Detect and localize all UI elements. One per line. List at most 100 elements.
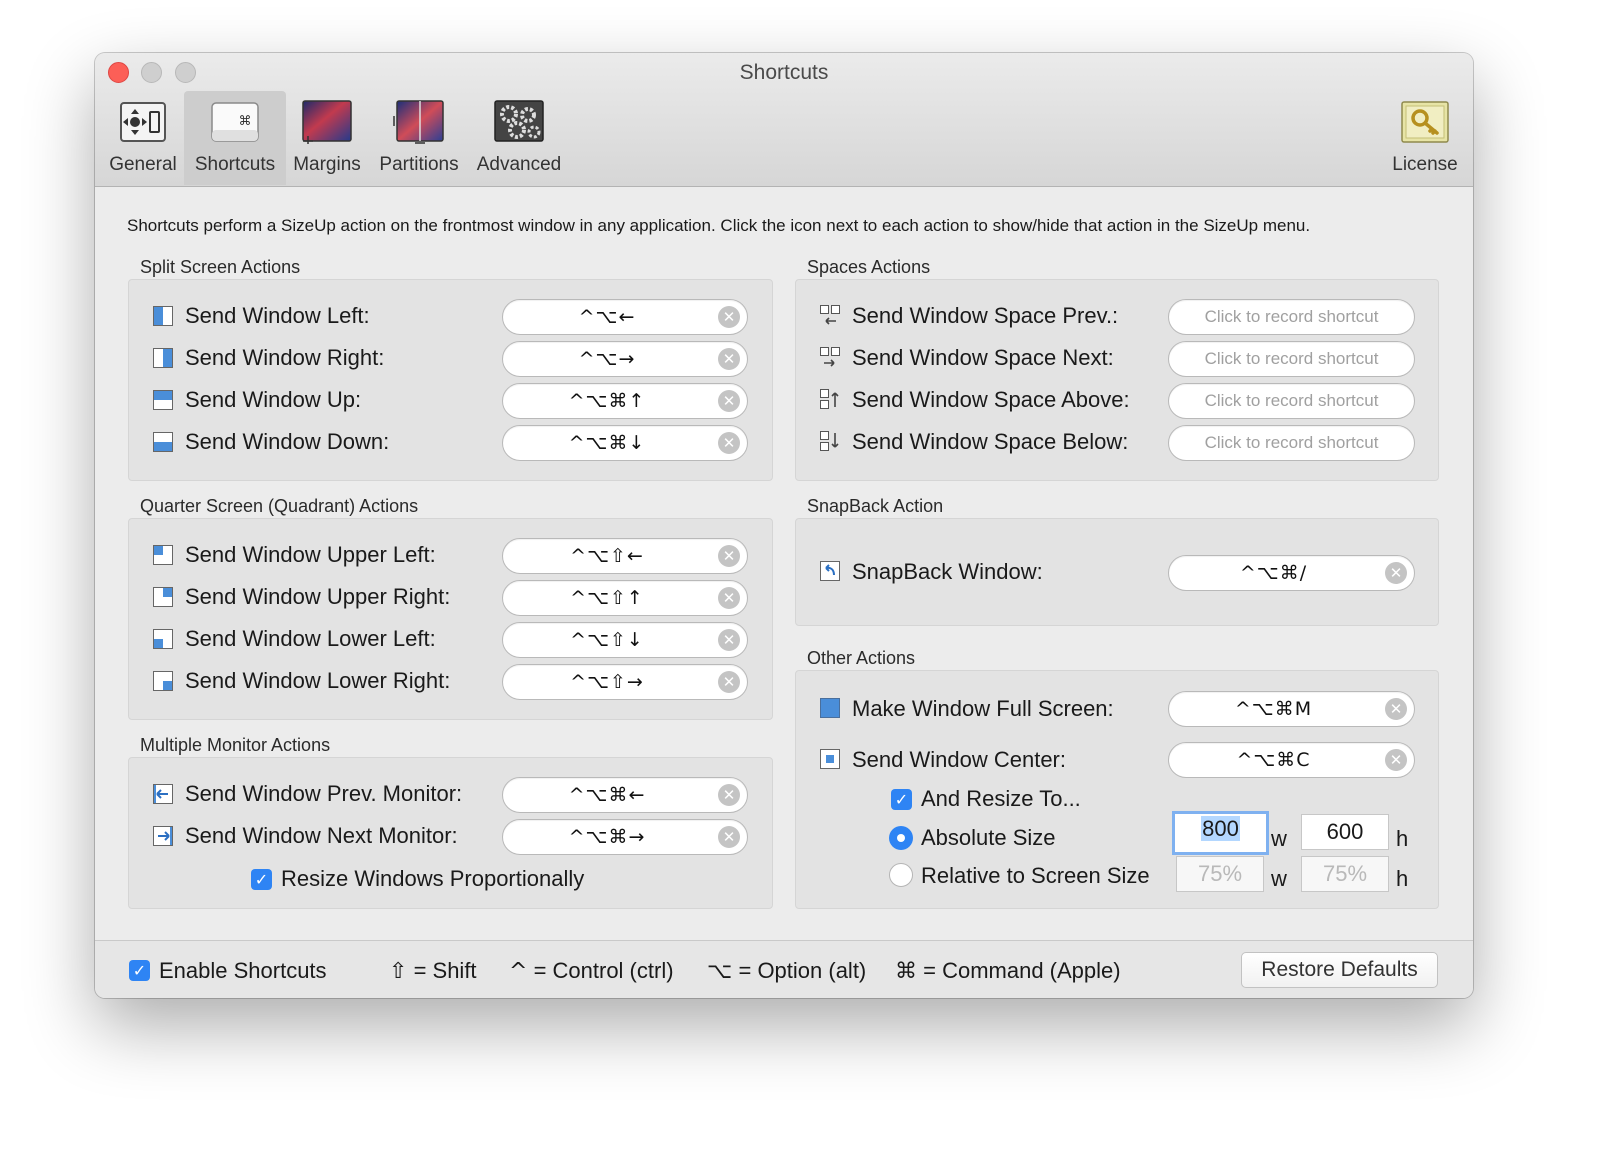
- window-down-icon[interactable]: [153, 432, 173, 452]
- relative-size-radio[interactable]: [889, 863, 913, 887]
- option-text: = Option (alt): [738, 958, 867, 983]
- relative-height-input[interactable]: 75%: [1301, 856, 1389, 892]
- send-window-space-below-label: Send Window Space Below:: [852, 429, 1129, 454]
- send-window-space-below-shortcut[interactable]: Click to record shortcut: [1168, 425, 1415, 461]
- tab-general[interactable]: General: [105, 91, 181, 185]
- send-window-right-shortcut[interactable]: ^⌥→ ✕: [502, 341, 748, 377]
- send-window-space-next-shortcut[interactable]: Click to record shortcut: [1168, 341, 1415, 377]
- send-window-space-above-shortcut[interactable]: Click to record shortcut: [1168, 383, 1415, 419]
- clear-icon[interactable]: ✕: [718, 545, 740, 567]
- shift-symbol: ⇧: [389, 959, 408, 984]
- restore-defaults-button[interactable]: Restore Defaults: [1241, 952, 1438, 988]
- resize-to-checkbox[interactable]: ✓: [891, 789, 912, 810]
- enable-shortcuts-checkbox[interactable]: ✓: [129, 960, 150, 981]
- spaces-title: Spaces Actions: [807, 257, 931, 277]
- clear-icon[interactable]: ✕: [1385, 562, 1407, 584]
- window-right-icon[interactable]: [153, 348, 173, 368]
- send-window-upper-right-shortcut[interactable]: ^⌥⇧↑ ✕: [502, 580, 748, 616]
- snapback-window-shortcut[interactable]: ^⌥⌘/ ✕: [1168, 555, 1415, 591]
- window-center-icon[interactable]: [820, 749, 840, 769]
- absolute-width-input[interactable]: 800: [1172, 811, 1269, 855]
- control-legend: ^ = Control (ctrl): [509, 958, 674, 984]
- tab-general-label: General: [109, 154, 177, 175]
- record-shortcut-placeholder: Click to record shortcut: [1204, 349, 1379, 368]
- width-unit-label: w: [1271, 826, 1287, 851]
- split-screen-title: Split Screen Actions: [140, 257, 301, 277]
- clear-icon[interactable]: ✕: [718, 306, 740, 328]
- window-lower-left-icon[interactable]: [153, 629, 173, 649]
- space-above-icon[interactable]: [820, 389, 840, 409]
- space-below-icon[interactable]: [820, 431, 840, 451]
- quarter-screen-title: Quarter Screen (Quadrant) Actions: [140, 496, 419, 516]
- width-unit-label: w: [1271, 866, 1287, 891]
- relative-width-input[interactable]: 75%: [1176, 856, 1264, 892]
- tab-advanced[interactable]: Advanced: [474, 91, 564, 185]
- space-next-icon[interactable]: [820, 347, 840, 367]
- clear-icon[interactable]: ✕: [718, 432, 740, 454]
- clear-icon[interactable]: ✕: [718, 671, 740, 693]
- window-upper-left-icon[interactable]: [153, 545, 173, 565]
- send-window-lower-left-shortcut[interactable]: ^⌥⇧↓ ✕: [502, 622, 748, 658]
- clear-icon[interactable]: ✕: [718, 390, 740, 412]
- space-prev-icon[interactable]: [820, 305, 840, 325]
- send-window-right-label: Send Window Right:: [185, 345, 385, 370]
- record-shortcut-placeholder: Click to record shortcut: [1204, 433, 1379, 452]
- control-text: = Control (ctrl): [533, 958, 674, 983]
- send-window-next-monitor-shortcut[interactable]: ^⌥⌘→ ✕: [502, 819, 748, 855]
- window-left-icon[interactable]: [153, 306, 173, 326]
- send-window-upper-left-label: Send Window Upper Left:: [185, 542, 436, 567]
- snapback-window-label: SnapBack Window:: [852, 559, 1043, 584]
- clear-icon[interactable]: ✕: [1385, 698, 1407, 720]
- shortcut-keys: ^⌥⌘C: [1236, 749, 1311, 771]
- send-window-up-shortcut[interactable]: ^⌥⌘↑ ✕: [502, 383, 748, 419]
- clear-icon[interactable]: ✕: [718, 629, 740, 651]
- snapback-title: SnapBack Action: [807, 496, 944, 516]
- clear-icon[interactable]: ✕: [718, 587, 740, 609]
- toolbar: Shortcuts General ⌘ Shortcuts Margins Pa…: [95, 53, 1473, 187]
- multiple-monitor-title: Multiple Monitor Actions: [140, 735, 331, 755]
- make-full-screen-label: Make Window Full Screen:: [852, 696, 1114, 721]
- tab-partitions[interactable]: Partitions: [375, 91, 463, 185]
- absolute-height-input[interactable]: 600: [1301, 814, 1389, 850]
- snapback-icon[interactable]: [820, 561, 840, 581]
- send-window-prev-monitor-shortcut[interactable]: ^⌥⌘← ✕: [502, 777, 748, 813]
- svg-text:⌘: ⌘: [239, 114, 252, 129]
- clear-icon[interactable]: ✕: [718, 348, 740, 370]
- make-full-screen-shortcut[interactable]: ^⌥⌘M ✕: [1168, 691, 1415, 727]
- shift-legend: ⇧ = Shift: [389, 958, 477, 984]
- tab-shortcuts[interactable]: ⌘ Shortcuts: [184, 91, 286, 185]
- tab-margins[interactable]: Margins: [290, 91, 364, 185]
- send-window-down-shortcut[interactable]: ^⌥⌘↓ ✕: [502, 425, 748, 461]
- clear-icon[interactable]: ✕: [1385, 749, 1407, 771]
- send-window-center-shortcut[interactable]: ^⌥⌘C ✕: [1168, 742, 1415, 778]
- window-up-icon[interactable]: [153, 390, 173, 410]
- absolute-width-value: 800: [1201, 816, 1240, 841]
- keyboard-key-icon: ⌘: [211, 102, 259, 142]
- prev-monitor-icon[interactable]: [153, 784, 173, 804]
- snapback-box: SnapBack Window: ^⌥⌘/ ✕: [795, 518, 1439, 626]
- control-symbol: ^: [509, 959, 528, 984]
- send-window-space-prev-shortcut[interactable]: Click to record shortcut: [1168, 299, 1415, 335]
- send-window-left-shortcut[interactable]: ^⌥← ✕: [502, 299, 748, 335]
- full-screen-icon[interactable]: [820, 698, 840, 718]
- send-window-upper-left-shortcut[interactable]: ^⌥⇧← ✕: [502, 538, 748, 574]
- clear-icon[interactable]: ✕: [718, 826, 740, 848]
- tab-license[interactable]: License: [1388, 91, 1462, 185]
- intro-text: Shortcuts perform a SizeUp action on the…: [127, 216, 1311, 235]
- send-window-up-label: Send Window Up:: [185, 387, 362, 412]
- clear-icon[interactable]: ✕: [718, 784, 740, 806]
- shift-text: = Shift: [413, 958, 477, 983]
- send-window-space-above-label: Send Window Space Above:: [852, 387, 1130, 412]
- window-lower-right-icon[interactable]: [153, 671, 173, 691]
- next-monitor-icon[interactable]: [153, 826, 173, 846]
- relative-size-label: Relative to Screen Size: [921, 863, 1150, 888]
- record-shortcut-placeholder: Click to record shortcut: [1204, 307, 1379, 326]
- height-unit-label: h: [1396, 826, 1409, 851]
- absolute-size-radio[interactable]: [889, 826, 913, 850]
- send-window-left-label: Send Window Left:: [185, 303, 370, 328]
- send-window-lower-right-shortcut[interactable]: ^⌥⇧→ ✕: [502, 664, 748, 700]
- resize-to-label: And Resize To...: [921, 786, 1081, 811]
- window-title: Shortcuts: [739, 61, 829, 84]
- window-upper-right-icon[interactable]: [153, 587, 173, 607]
- resize-proportionally-checkbox[interactable]: ✓: [251, 869, 272, 890]
